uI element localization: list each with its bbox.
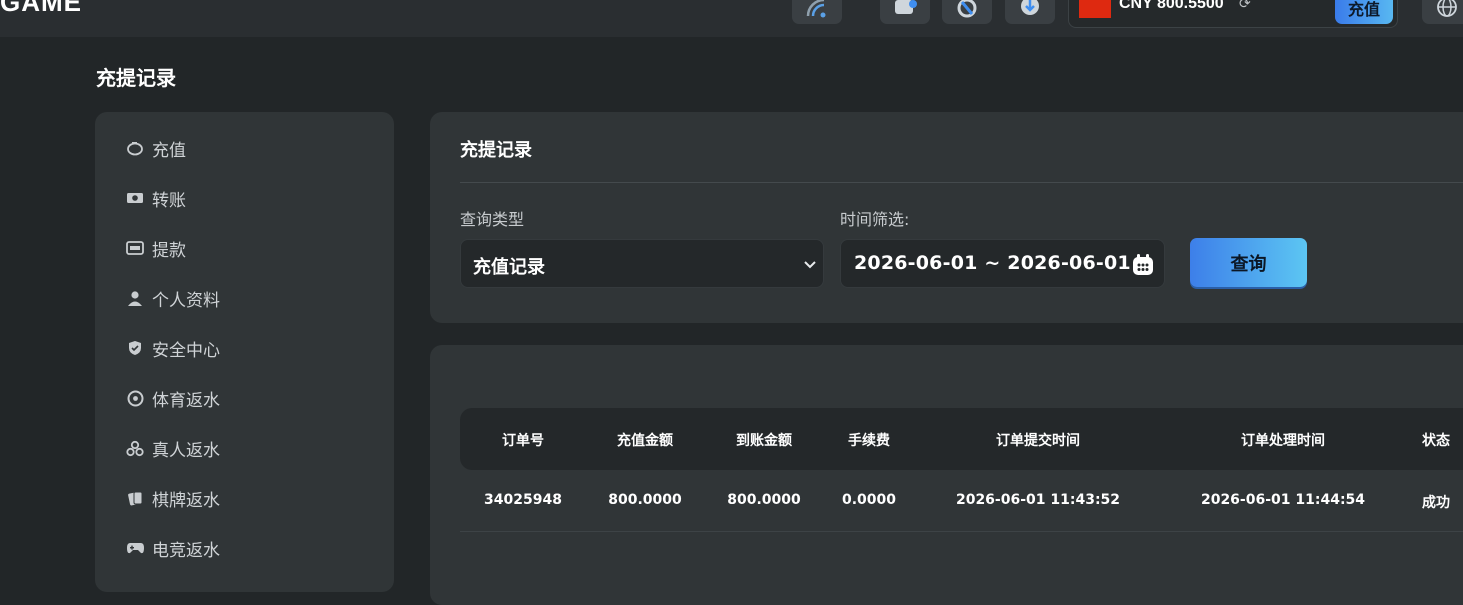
sidebar-item-profile[interactable]: 个人资料 bbox=[125, 286, 220, 311]
sidebar-item-transfer[interactable]: 转账 bbox=[125, 186, 186, 211]
column-header-process-time: 订单处理时间 bbox=[1241, 433, 1325, 449]
chips-icon bbox=[125, 438, 145, 458]
soccer-ball-icon bbox=[125, 388, 145, 408]
column-header-deposit-amount: 充值金额 bbox=[617, 433, 673, 449]
balance-amount: 800.5500 bbox=[1156, 0, 1224, 12]
time-filter-label: 时间筛选: bbox=[840, 210, 910, 229]
column-header-credited-amount: 到账金额 bbox=[736, 433, 792, 449]
sidebar-item-label: 提款 bbox=[152, 240, 186, 261]
date-range-picker[interactable]: 2026-06-01 ~ 2026-06-01 bbox=[840, 239, 1165, 288]
calendar-icon[interactable] bbox=[1131, 253, 1155, 281]
top-bar: GAME CNY 800.5500 ⟳ 充值 bbox=[0, 0, 1463, 37]
user-icon bbox=[125, 288, 145, 308]
cell-fee: 0.0000 bbox=[841, 492, 897, 508]
sidebar-item-label: 安全中心 bbox=[152, 340, 220, 361]
sidebar-item-label: 充值 bbox=[152, 140, 186, 161]
query-type-value: 充值记录 bbox=[473, 257, 545, 278]
cny-flag-icon bbox=[1079, 0, 1111, 18]
date-range-value: 2026-06-01 ~ 2026-06-01 bbox=[854, 252, 1131, 274]
sidebar-item-live-rebate[interactable]: 真人返水 bbox=[125, 436, 220, 461]
site-logo[interactable]: GAME bbox=[0, 0, 82, 18]
wallet-icon[interactable] bbox=[880, 0, 930, 24]
piggy-bank-icon bbox=[125, 138, 145, 158]
signal-icon[interactable] bbox=[792, 0, 842, 24]
sidebar-item-label: 体育返水 bbox=[152, 390, 220, 411]
divider bbox=[460, 182, 1463, 183]
filter-panel-title: 充提记录 bbox=[460, 140, 532, 161]
cell-order-id: 34025948 bbox=[484, 492, 562, 508]
sidebar-item-esports-rebate[interactable]: 电竞返水 bbox=[125, 536, 220, 561]
query-type-select[interactable]: 充值记录 bbox=[460, 239, 824, 288]
sidebar-item-sports-rebate[interactable]: 体育返水 bbox=[125, 386, 220, 411]
deposit-button[interactable]: 充值 bbox=[1335, 0, 1393, 24]
sidebar-item-deposit[interactable]: 充值 bbox=[125, 136, 186, 161]
cell-credited-amount: 800.0000 bbox=[727, 492, 801, 508]
sidebar-item-label: 棋牌返水 bbox=[152, 490, 220, 511]
cash-register-icon bbox=[125, 238, 145, 258]
page-title: 充提记录 bbox=[96, 66, 176, 90]
refresh-icon[interactable]: ⟳ bbox=[1239, 0, 1251, 12]
download-icon[interactable] bbox=[1005, 0, 1055, 24]
table-header: 订单号 充值金额 到账金额 手续费 订单提交时间 订单处理时间 状态 bbox=[460, 408, 1463, 470]
filter-panel: 充提记录 查询类型 时间筛选: 充值记录 2026-06-01 ~ 2026-0… bbox=[430, 112, 1463, 323]
shield-icon bbox=[125, 338, 145, 358]
currency-code: CNY bbox=[1119, 0, 1153, 12]
column-header-submit-time: 订单提交时间 bbox=[996, 433, 1080, 449]
sidebar-item-security[interactable]: 安全中心 bbox=[125, 336, 220, 361]
money-icon bbox=[125, 188, 145, 208]
column-header-order-id: 订单号 bbox=[502, 433, 544, 449]
sidebar-item-label: 转账 bbox=[152, 190, 186, 211]
support-icon[interactable] bbox=[942, 0, 992, 24]
sidebar-item-label: 真人返水 bbox=[152, 440, 220, 461]
query-type-label: 查询类型 bbox=[460, 210, 525, 229]
cell-process-time: 2026-06-01 11:44:54 bbox=[1200, 492, 1366, 508]
cards-icon bbox=[125, 488, 145, 508]
balance-panel: CNY 800.5500 ⟳ 充值 bbox=[1068, 0, 1398, 28]
column-header-fee: 手续费 bbox=[848, 433, 890, 449]
column-header-status: 状态 bbox=[1422, 433, 1450, 449]
records-panel: 订单号 充值金额 到账金额 手续费 订单提交时间 订单处理时间 状态 34025… bbox=[430, 345, 1463, 605]
cell-status: 成功 bbox=[1422, 495, 1450, 511]
gamepad-icon bbox=[125, 538, 145, 558]
sidebar-item-label: 电竞返水 bbox=[152, 540, 220, 561]
sidebar-item-label: 个人资料 bbox=[152, 290, 220, 311]
cell-deposit-amount: 800.0000 bbox=[608, 492, 682, 508]
globe-icon[interactable] bbox=[1422, 0, 1463, 24]
balance-display: CNY 800.5500 bbox=[1119, 0, 1224, 13]
query-button[interactable]: 查询 bbox=[1190, 238, 1307, 287]
chevron-down-icon bbox=[803, 256, 817, 275]
row-divider bbox=[460, 531, 1463, 532]
cell-submit-time: 2026-06-01 11:43:52 bbox=[955, 492, 1121, 508]
sidebar-item-withdraw[interactable]: 提款 bbox=[125, 236, 186, 261]
sidebar-item-cards-rebate[interactable]: 棋牌返水 bbox=[125, 486, 220, 511]
sidebar: 充值 转账 提款 个人资料 安全中心 体育返水 真人返水 棋牌返水 电竞返水 bbox=[95, 112, 394, 592]
